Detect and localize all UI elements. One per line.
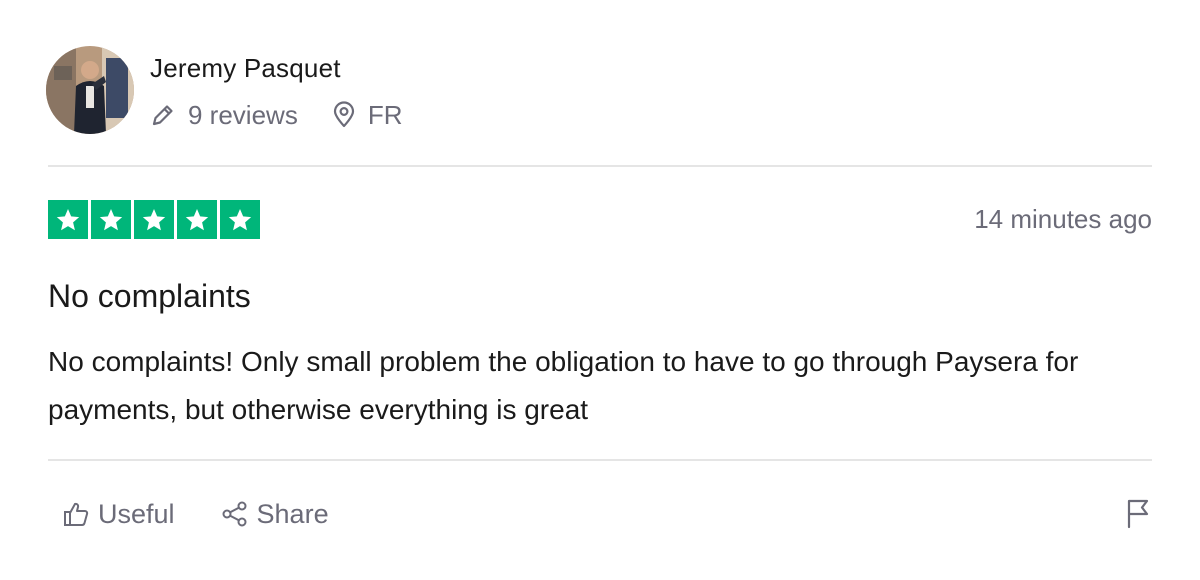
- country-label: FR: [367, 99, 403, 130]
- star-icon: [56, 208, 80, 230]
- useful-button[interactable]: Useful: [62, 499, 175, 530]
- star-icon: [142, 208, 166, 230]
- reviewer-meta: 9 reviews FR: [150, 98, 403, 132]
- reviewer-location: FR: [332, 100, 403, 131]
- share-button[interactable]: Share: [221, 499, 329, 530]
- star-5: [220, 200, 260, 239]
- star-1: [48, 200, 88, 239]
- star-3: [134, 200, 174, 239]
- share-label: Share: [256, 498, 329, 529]
- reviews-count: 9 reviews: [150, 100, 298, 131]
- divider: [48, 165, 1152, 167]
- star-2: [91, 200, 131, 239]
- avatar-photo: [46, 46, 134, 134]
- thumbs-up-icon: [64, 502, 89, 526]
- reviews-count-label: 9 reviews: [188, 99, 298, 130]
- report-button[interactable]: [1124, 497, 1152, 529]
- star-rating: [48, 200, 260, 239]
- review-title[interactable]: No complaints: [48, 276, 251, 316]
- avatar[interactable]: [46, 46, 134, 134]
- star-icon: [99, 208, 123, 230]
- star-icon: [228, 208, 252, 230]
- share-icon: [222, 501, 247, 527]
- review-card: Jeremy Pasquet 9 reviews FR 14 minutes a…: [0, 0, 1200, 580]
- star-4: [177, 200, 217, 239]
- review-timestamp: 14 minutes ago: [974, 204, 1152, 234]
- review-body: No complaints! Only small problem the ob…: [48, 346, 1079, 425]
- flag-icon: [1127, 499, 1149, 529]
- divider: [48, 459, 1152, 461]
- pencil-icon: [152, 105, 173, 126]
- useful-label: Useful: [98, 498, 175, 529]
- review-actions: Useful Share: [62, 494, 329, 534]
- reviewer-name[interactable]: Jeremy Pasquet: [150, 52, 341, 84]
- star-icon: [185, 208, 209, 230]
- location-pin-icon: [333, 101, 354, 128]
